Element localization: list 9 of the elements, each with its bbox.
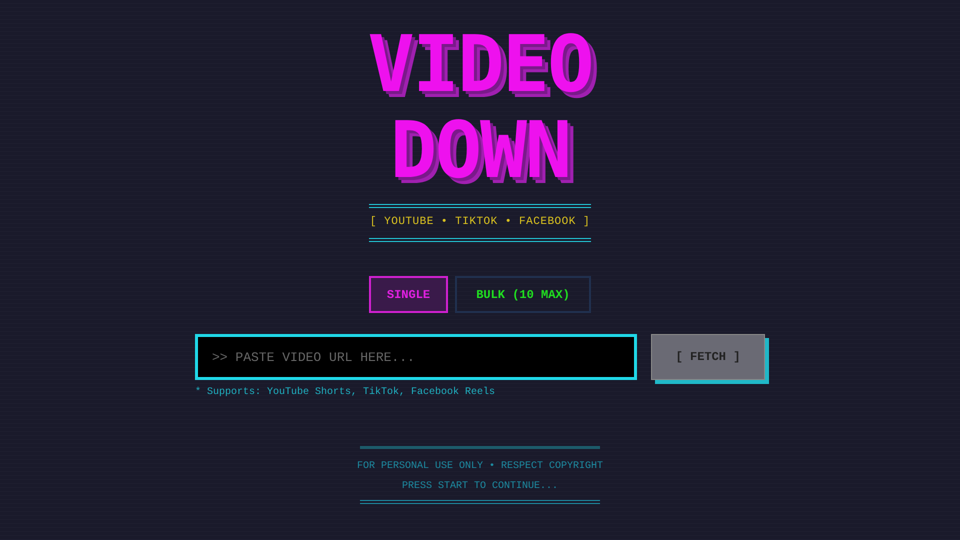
logo-title: DOWN: [390, 108, 570, 194]
platforms-text: [ YOUTUBE • TIKTOK • FACEBOOK ]: [370, 216, 590, 228]
supports-note: * Supports: YouTube Shorts, TikTok, Facebook Reels: [195, 387, 496, 398]
url-input-field[interactable]: >> PASTE VIDEO URL HERE...: [195, 334, 637, 380]
mode-tab[interactable]: BULK (10 MAX): [455, 276, 591, 313]
press-start-text: PRESS START TO CONTINUE...: [402, 481, 558, 492]
logo-title: VIDEO: [368, 22, 592, 108]
copyright-notice: FOR PERSONAL USE ONLY • RESPECT COPYRIGHT: [356, 461, 604, 472]
mode-tab[interactable]: SINGLE: [369, 276, 448, 313]
